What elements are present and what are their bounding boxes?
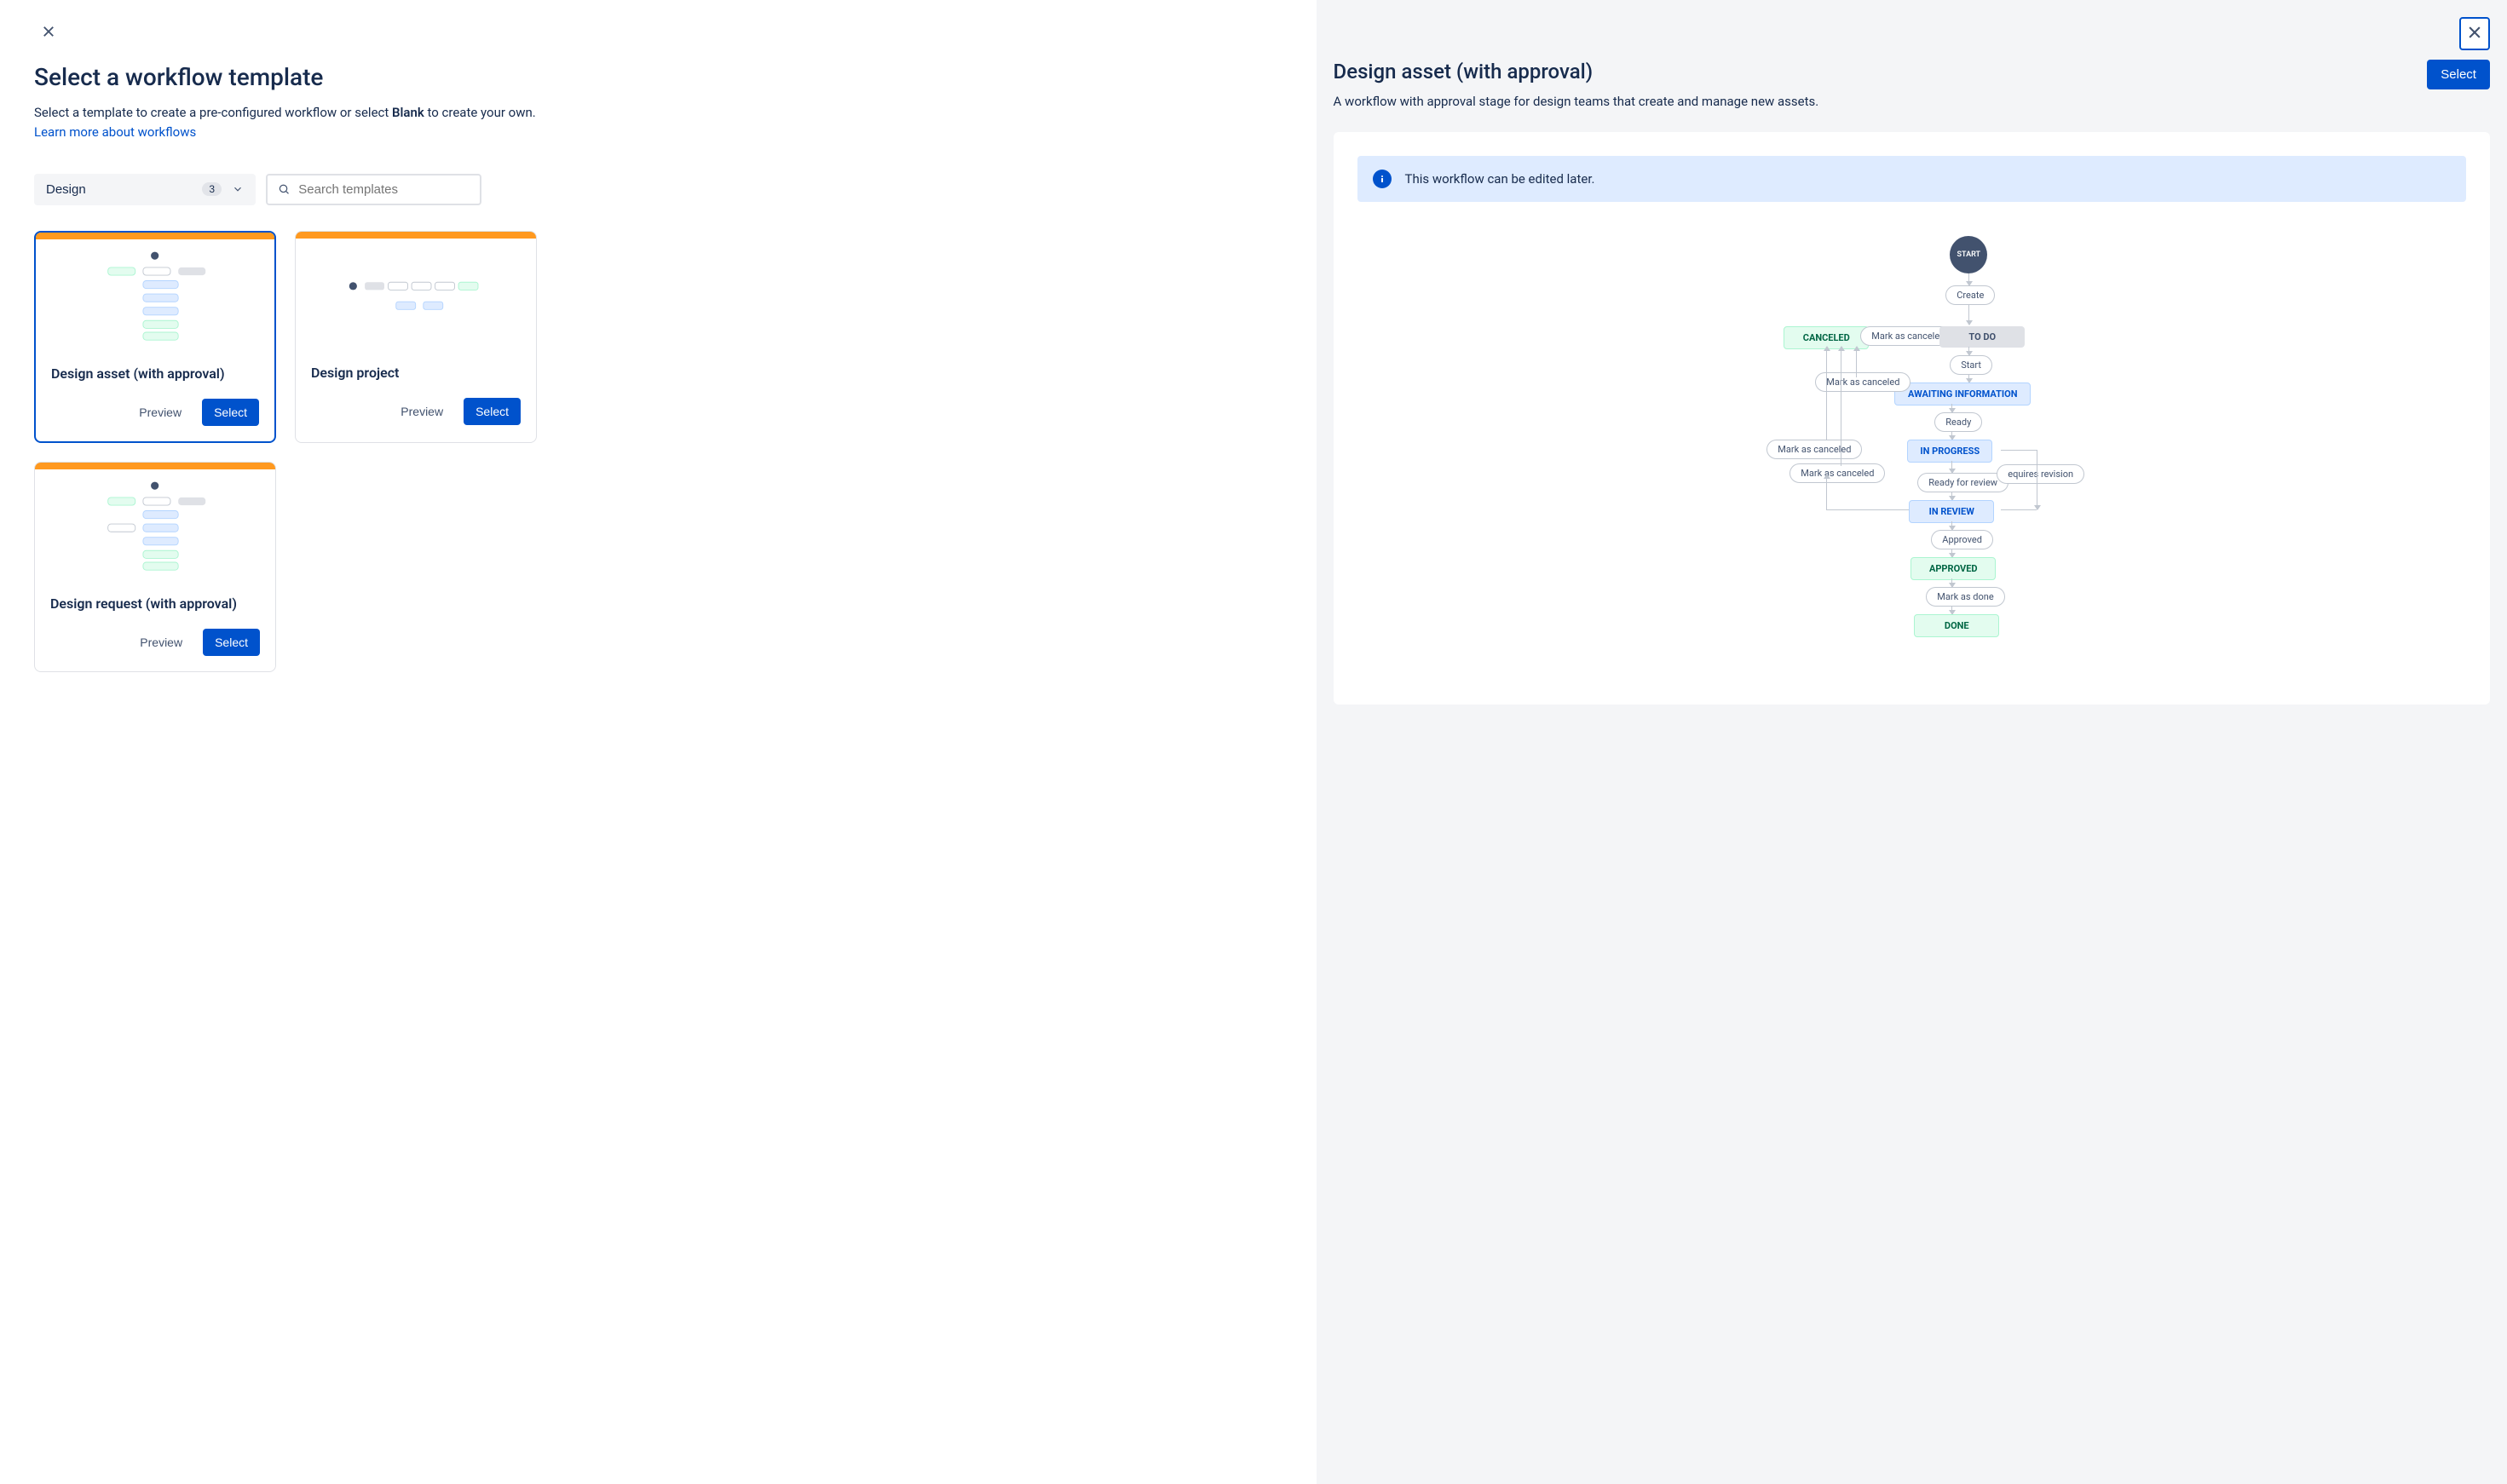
wf-transition-ready: Ready: [1934, 412, 1982, 432]
preview-button[interactable]: Preview: [127, 399, 193, 426]
page-title: Select a workflow template: [34, 63, 1282, 91]
wf-start-node: START: [1950, 236, 1987, 273]
wf-transition-mark-canceled-4: Mark as canceled: [1789, 463, 1885, 483]
card-thumbnail: [296, 239, 536, 349]
wf-transition-requires-revision: equires revision: [1997, 464, 2084, 484]
category-select[interactable]: Design 3: [34, 174, 256, 205]
card-title: Design request (with approval): [35, 580, 275, 620]
preview-button[interactable]: Preview: [128, 629, 194, 656]
template-card-design-project[interactable]: Design project Preview Select: [295, 231, 537, 443]
close-preview-button[interactable]: [2459, 17, 2490, 50]
wf-transition-mark-canceled-2: Mark as canceled: [1815, 372, 1911, 392]
wf-state-todo: TO DO: [1939, 326, 2025, 348]
workflow-diagram: START Create CANCELED Mark as canceled T…: [1357, 236, 2466, 670]
preview-description: A workflow with approval stage for desig…: [1334, 92, 2411, 112]
info-icon: [1373, 170, 1392, 188]
right-pane: Design asset (with approval) A workflow …: [1317, 0, 2507, 1484]
select-button[interactable]: Select: [202, 399, 259, 426]
card-stripe: [296, 232, 536, 239]
search-box[interactable]: [266, 174, 481, 205]
template-cards: Design asset (with approval) Preview Sel…: [34, 231, 537, 672]
card-title: Design asset (with approval): [36, 350, 274, 390]
wf-state-done: DONE: [1914, 614, 1999, 637]
preview-title: Design asset (with approval): [1334, 60, 2411, 83]
chevron-down-icon: [232, 183, 244, 195]
wf-transition-ready-review: Ready for review: [1917, 473, 2008, 492]
left-pane: Select a workflow template Select a temp…: [0, 0, 1317, 1484]
template-card-design-request[interactable]: Design request (with approval) Preview S…: [34, 462, 276, 672]
close-button[interactable]: [34, 17, 63, 46]
info-text: This workflow can be edited later.: [1405, 171, 1595, 187]
card-thumbnail: [36, 239, 274, 350]
select-template-button[interactable]: Select: [2427, 60, 2490, 89]
close-icon: [41, 24, 56, 39]
preview-button[interactable]: Preview: [389, 398, 455, 425]
search-icon: [278, 182, 290, 196]
wf-state-approved: APPROVED: [1911, 557, 1996, 580]
wf-transition-mark-canceled-3: Mark as canceled: [1766, 440, 1862, 459]
category-label: Design: [46, 182, 86, 197]
preview-panel: This workflow can be edited later. START…: [1334, 132, 2490, 705]
wf-state-awaiting: AWAITING INFORMATION: [1894, 383, 2031, 406]
close-icon: [2466, 24, 2483, 41]
card-title: Design project: [296, 349, 536, 389]
learn-more-link[interactable]: Learn more about workflows: [34, 124, 196, 140]
wf-transition-start: Start: [1950, 355, 1992, 375]
card-stripe: [36, 233, 274, 239]
filter-row: Design 3: [34, 174, 1282, 205]
wf-transition-approved: Approved: [1931, 530, 1993, 549]
category-count-badge: 3: [202, 182, 222, 196]
card-thumbnail: [35, 469, 275, 580]
info-banner: This workflow can be edited later.: [1357, 156, 2466, 202]
select-button[interactable]: Select: [464, 398, 521, 425]
page-description: Select a template to create a pre-config…: [34, 103, 1282, 123]
wf-transition-create: Create: [1945, 285, 1995, 305]
card-stripe: [35, 463, 275, 469]
search-input[interactable]: [298, 182, 470, 197]
wf-state-in-progress: IN PROGRESS: [1907, 440, 1992, 463]
wf-state-in-review: IN REVIEW: [1909, 500, 1994, 523]
wf-transition-mark-done: Mark as done: [1926, 587, 2004, 607]
select-button[interactable]: Select: [203, 629, 260, 656]
template-card-design-asset[interactable]: Design asset (with approval) Preview Sel…: [34, 231, 276, 443]
